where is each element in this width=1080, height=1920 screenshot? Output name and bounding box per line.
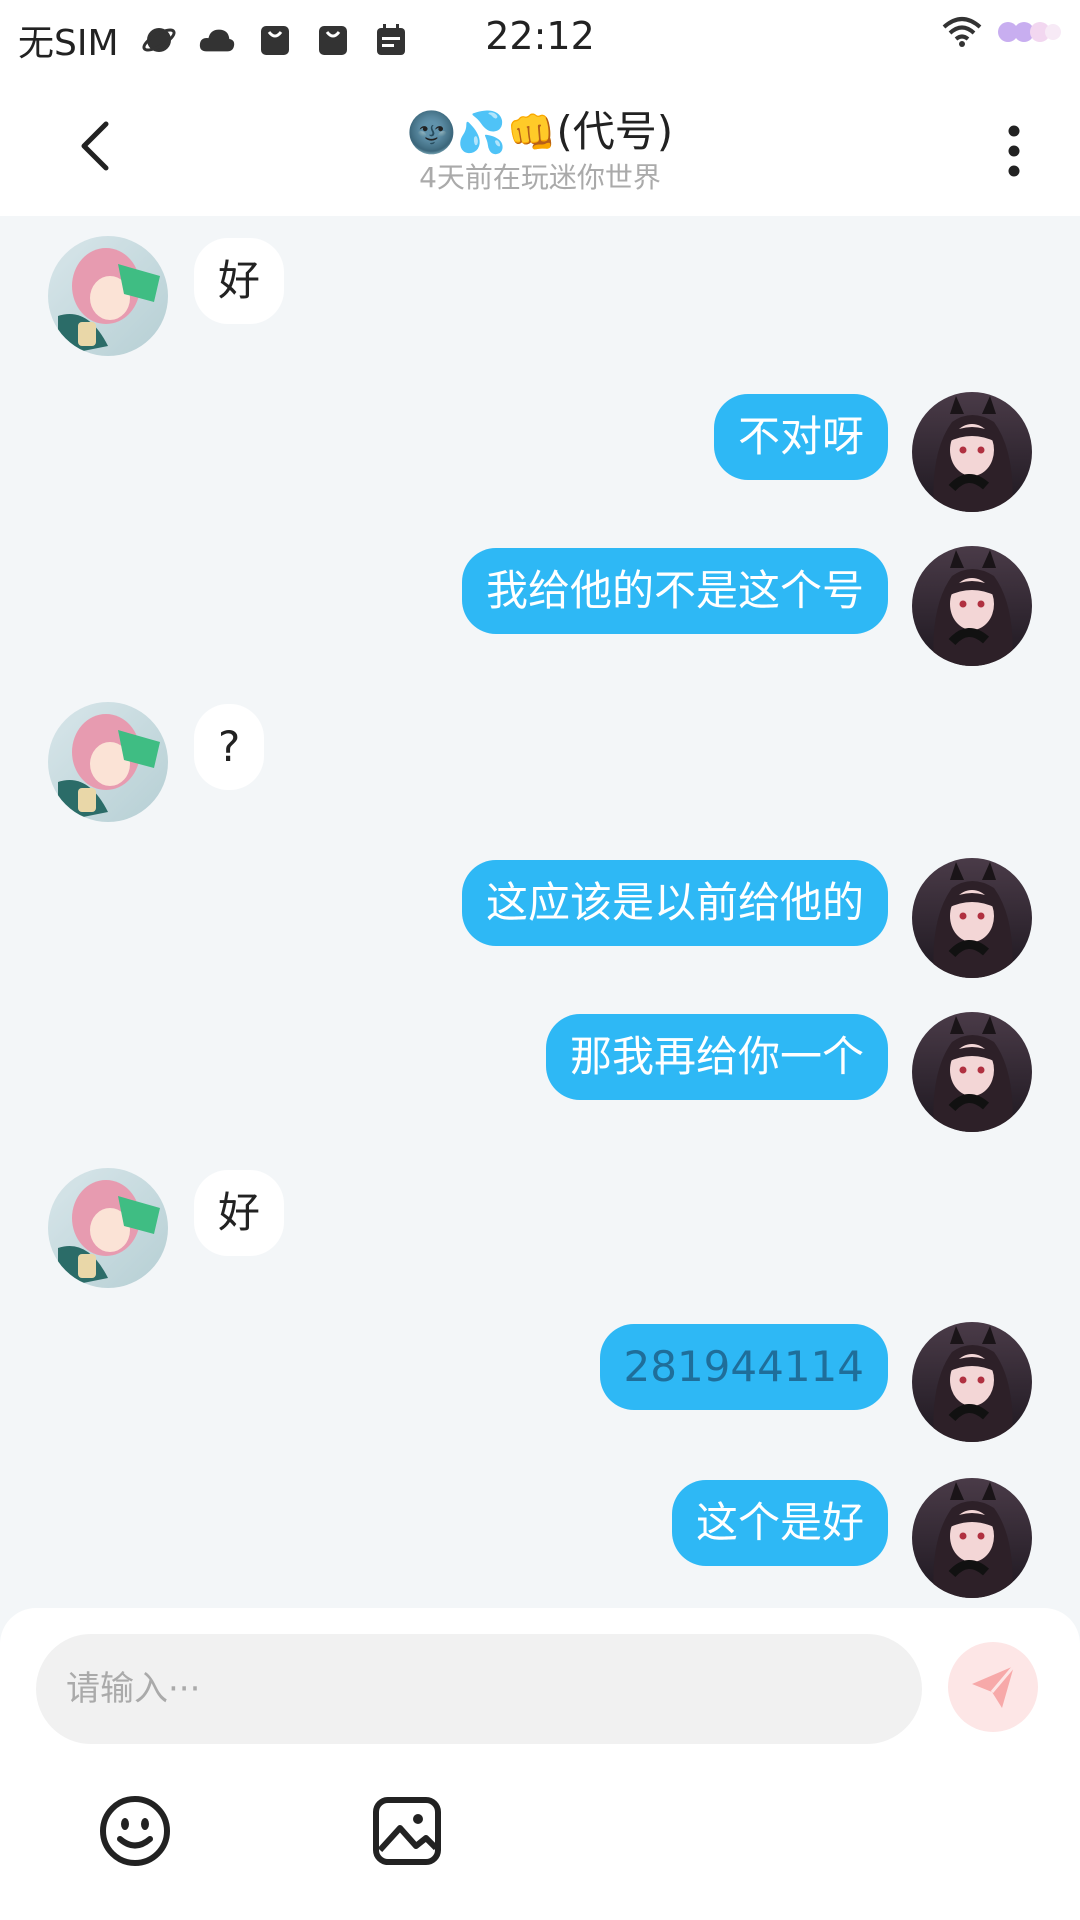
message-bubble-incoming[interactable]: 好 (194, 238, 285, 324)
title-text: (代号) (556, 107, 674, 156)
status-right (942, 16, 1062, 52)
cloud-icon (199, 23, 235, 57)
wifi-icon (942, 16, 982, 52)
contact-avatar[interactable] (48, 236, 168, 356)
calendar-icon (373, 23, 409, 57)
chat-title: 🌚💦👊(代号) (0, 98, 1080, 159)
message-row: 不对呀 (0, 392, 1080, 512)
message-list[interactable]: 好 不对呀 我给他的不是这个号 ? 这应该是以前给他的 那我再给你一个 好 28… (0, 216, 1080, 1616)
message-row: 好 (0, 1168, 1080, 1288)
emoji-button[interactable] (98, 1794, 172, 1868)
message-row: 这个是好 (0, 1478, 1080, 1598)
message-row: 那我再给你一个 (0, 1012, 1080, 1132)
image-button[interactable] (370, 1794, 444, 1868)
message-row: ? (0, 702, 1080, 822)
shopping-bag-icon (257, 23, 293, 57)
contact-avatar[interactable] (48, 1168, 168, 1288)
my-avatar[interactable] (912, 1012, 1032, 1132)
message-input[interactable] (36, 1634, 922, 1744)
battery-icon (996, 17, 1062, 51)
shopping-bag-icon-2 (315, 23, 351, 57)
message-bubble-outgoing[interactable]: 281944114 (599, 1324, 888, 1410)
message-bubble-outgoing[interactable]: 我给他的不是这个号 (461, 548, 888, 634)
my-avatar[interactable] (912, 1478, 1032, 1598)
smiley-icon (100, 1796, 170, 1866)
send-button[interactable] (948, 1642, 1038, 1732)
image-icon (373, 1797, 441, 1865)
title-emoji: 🌚💦👊 (406, 110, 557, 156)
more-vertical-icon (1008, 125, 1020, 177)
planet-icon (141, 23, 177, 57)
message-bubble-incoming[interactable]: 好 (194, 1170, 285, 1256)
message-bubble-incoming[interactable]: ? (194, 704, 265, 790)
my-avatar[interactable] (912, 546, 1032, 666)
more-options-button[interactable] (984, 116, 1044, 186)
message-composer (0, 1608, 1080, 1920)
message-row: 这应该是以前给他的 (0, 858, 1080, 978)
contact-avatar[interactable] (48, 702, 168, 822)
message-row: 我给他的不是这个号 (0, 546, 1080, 666)
message-bubble-outgoing[interactable]: 不对呀 (713, 394, 888, 480)
my-avatar[interactable] (912, 392, 1032, 512)
message-bubble-outgoing[interactable]: 那我再给你一个 (545, 1014, 888, 1100)
my-avatar[interactable] (912, 1322, 1032, 1442)
my-avatar[interactable] (912, 858, 1032, 978)
send-icon (972, 1665, 1016, 1708)
status-bar: 无SIM 22:12 (0, 0, 1080, 78)
message-bubble-outgoing[interactable]: 这个是好 (671, 1480, 888, 1566)
message-row: 281944114 (0, 1322, 1080, 1442)
message-bubble-outgoing[interactable]: 这应该是以前给他的 (461, 860, 888, 946)
message-row: 好 (0, 236, 1080, 356)
status-left: 无SIM (18, 14, 409, 66)
chat-subtitle: 4天前在玩迷你世界 (419, 161, 661, 194)
chat-header: 🌚💦👊(代号) 4天前在玩迷你世界 (0, 78, 1080, 216)
carrier-label: 无SIM (18, 23, 119, 64)
